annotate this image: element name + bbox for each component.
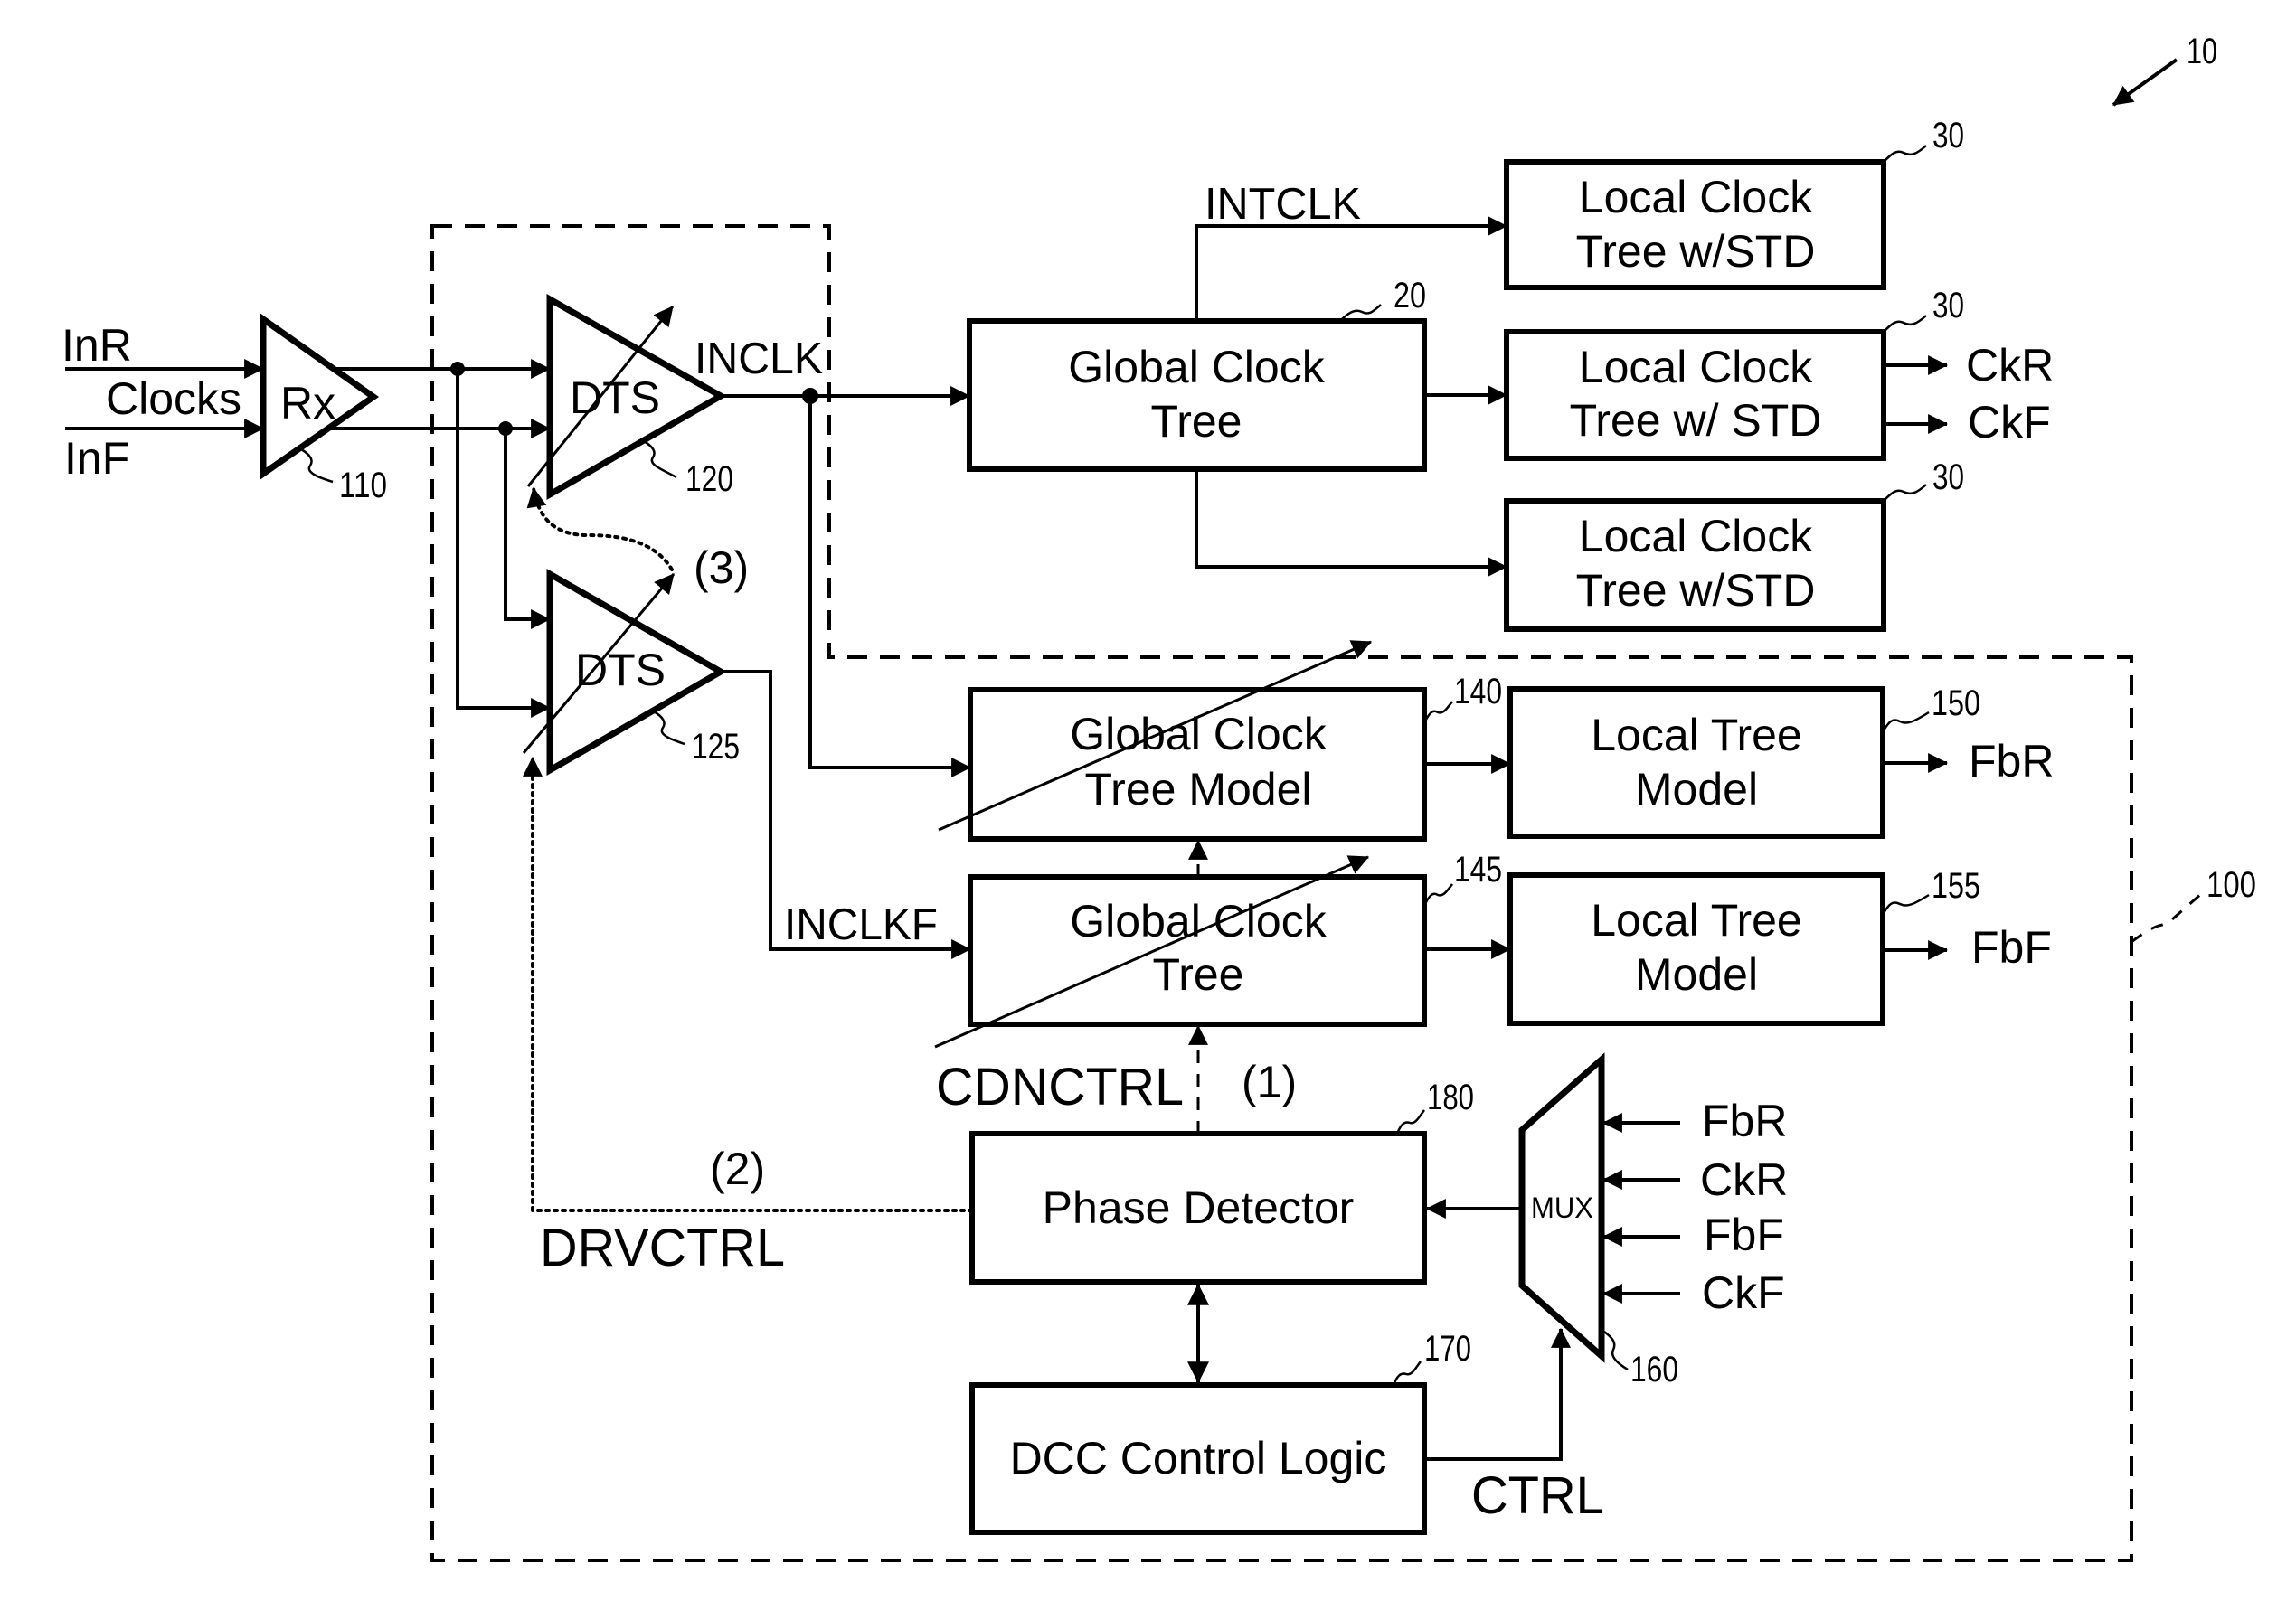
signal-label-inclkf: INCLKF <box>784 900 938 949</box>
signal-label-intclk: INTCLK <box>1205 180 1361 229</box>
ref-label-125: 125 <box>692 727 740 767</box>
mux-label: MUX <box>1531 1191 1593 1224</box>
local-clock-tree-2: Local Clock Tree w/ STD 30 CkR CkF <box>1504 286 2054 461</box>
ltm-fall-line-1: Local Tree <box>1591 895 1801 946</box>
signal-label-drvctrl: DRVCTRL <box>540 1219 785 1277</box>
clock-distribution-diagram: 10 100 InR Clocks InF Rx 110 DTS 120 INC… <box>61 32 2256 1562</box>
mux: MUX FbR CkR FbF CkF 160 <box>1425 1052 1788 1389</box>
input-label-inf: InF <box>64 433 129 484</box>
ref-label-30: 30 <box>1932 457 1964 497</box>
inclk-wiring <box>721 386 972 777</box>
ref-leader-180 <box>1395 1109 1426 1135</box>
ref-leader-160 <box>1603 1331 1629 1371</box>
ref-label-20: 20 <box>1394 276 1426 316</box>
signal-label-cdnctrl: CDNCTRL <box>936 1058 1184 1116</box>
ref-label-110: 110 <box>339 466 387 505</box>
local-tree-model-fall: Local Tree Model FbF 155 <box>1424 866 2052 1026</box>
mux-input-label-fbf: FbF <box>1704 1210 1784 1260</box>
ref-leader-100 <box>2131 891 2203 944</box>
output-label-ckr: CkR <box>1966 340 2054 391</box>
figure-reference: 10 <box>2112 32 2217 107</box>
ltm-fall-line-2: Model <box>1635 949 1758 1000</box>
mux-input-label-ckr: CkR <box>1700 1154 1788 1205</box>
dts-secondary-label: DTS <box>575 645 666 695</box>
dcc-control-logic: DCC Control Logic 170 <box>969 1329 1471 1535</box>
local-clock-tree-3: Local Clock Tree w/STD 30 <box>1504 457 1964 632</box>
ref-label-180: 180 <box>1427 1078 1474 1117</box>
clock-inputs: InR Clocks InF <box>61 320 265 484</box>
ref-leader-30 <box>1883 484 1927 502</box>
gct-replica: Global Clock Tree 145 <box>934 850 1502 1049</box>
ref-leader-155 <box>1882 893 1930 914</box>
receiver-rx: Rx 110 <box>260 313 387 505</box>
global-clock-tree-line-2: Tree <box>1151 396 1242 447</box>
ref-leader-30 <box>1883 145 1927 163</box>
local-clock-tree-1: Local Clock Tree w/STD 30 <box>1504 116 1964 290</box>
gct-replica-line-1: Global Clock <box>1070 896 1327 947</box>
signal-label-inclk: INCLK <box>694 334 823 383</box>
local-clock-tree-2-line-2: Tree w/ STD <box>1570 395 1822 446</box>
annotation-path-1: (1) <box>1242 1057 1297 1107</box>
gct-model: Global Clock Tree Model 140 <box>938 640 1502 842</box>
output-label-fbf: FbF <box>1971 922 2052 973</box>
local-clock-tree-3-line-1: Local Clock <box>1579 511 1813 561</box>
figure-pointer-arrow <box>2112 58 2178 107</box>
dts-primary: DTS 120 INCLK <box>526 293 823 501</box>
annotation-path-2: (2) <box>710 1144 765 1194</box>
input-label-inr: InR <box>61 320 132 371</box>
drvctrl-path: DRVCTRL (2) <box>523 756 974 1277</box>
ref-label-30: 30 <box>1932 116 1964 155</box>
ref-leader-30 <box>1883 315 1927 333</box>
ref-label-120: 120 <box>685 459 733 499</box>
local-clock-tree-3-line-2: Tree w/STD <box>1576 565 1816 616</box>
ref-label-145: 145 <box>1454 850 1502 890</box>
receiver-label: Rx <box>280 378 335 429</box>
local-clock-tree-1-line-2: Tree w/STD <box>1576 226 1816 277</box>
ltm-rise-line-1: Local Tree <box>1591 710 1801 760</box>
local-clock-tree-1-line-1: Local Clock <box>1579 172 1813 222</box>
ref-label-140: 140 <box>1454 672 1502 711</box>
rx-output-wiring <box>330 359 552 718</box>
ref-label-150: 150 <box>1932 683 1980 723</box>
dcc-control-logic-label: DCC Control Logic <box>1010 1433 1387 1483</box>
ref-label-30: 30 <box>1932 286 1964 325</box>
signal-label-ctrl: CTRL <box>1471 1466 1604 1525</box>
inclkf-wiring: INCLKF <box>721 670 972 959</box>
output-label-ckf: CkF <box>1968 397 2051 447</box>
mux-input-label-fbr: FbR <box>1702 1096 1787 1146</box>
ref-label-160: 160 <box>1630 1350 1678 1389</box>
gct-model-line-2: Tree Model <box>1084 764 1311 815</box>
ref-label-155: 155 <box>1932 866 1980 906</box>
dts-secondary: DTS 125 <box>522 568 740 777</box>
ref-leader-170 <box>1392 1361 1422 1386</box>
ref-leader-145 <box>1423 883 1454 905</box>
control-path-3: (3) <box>526 486 749 593</box>
ref-leader-150 <box>1882 711 1930 731</box>
local-tree-model-rise: Local Tree Model FbR 150 <box>1424 683 2054 839</box>
input-label-clocks: Clocks <box>106 373 241 424</box>
ref-leader-125 <box>653 710 685 746</box>
ref-leader-120 <box>643 439 677 479</box>
ref-label-100: 100 <box>2206 865 2256 905</box>
figure-number: 10 <box>2187 32 2217 71</box>
global-clock-tree-line-1: Global Clock <box>1068 342 1325 392</box>
ref-leader-110 <box>300 447 334 484</box>
annotation-path-3: (3) <box>694 542 749 593</box>
ref-label-170: 170 <box>1424 1329 1471 1369</box>
local-clock-tree-2-line-1: Local Clock <box>1579 342 1813 392</box>
mux-input-label-ckf: CkF <box>1702 1267 1785 1318</box>
gct-replica-line-2: Tree <box>1153 949 1244 1000</box>
phase-detector-label: Phase Detector <box>1043 1182 1355 1233</box>
ltm-rise-line-2: Model <box>1635 764 1758 815</box>
output-label-fbr: FbR <box>1969 736 2054 786</box>
ref-leader-140 <box>1423 701 1454 722</box>
